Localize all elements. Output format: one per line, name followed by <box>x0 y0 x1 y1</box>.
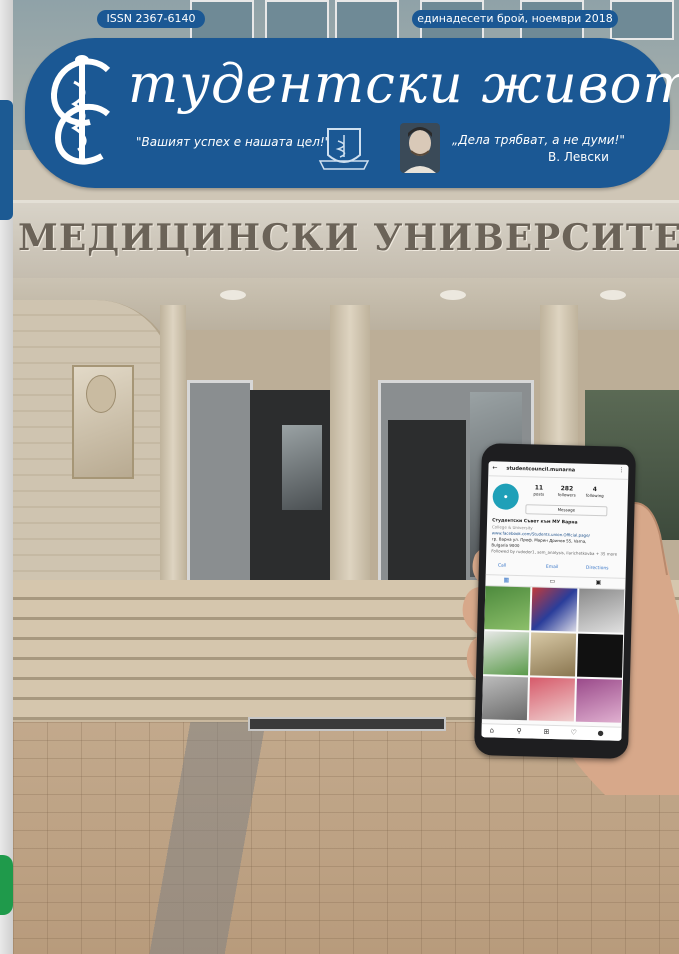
magazine-title: тудентски живот <box>128 54 679 115</box>
quote-author: В. Левски <box>548 150 609 164</box>
building-sign: МЕДИЦИНСКИ УНИВЕРСИТЕТ <box>18 217 679 259</box>
instagram-profile-screen: ← studentcouncil.munarna ⋮ ● 11 posts 282… <box>481 461 629 741</box>
ig-directions-button[interactable]: Directions <box>586 566 609 572</box>
home-icon[interactable]: ⌂ <box>489 726 494 734</box>
ig-avatar[interactable]: ● <box>492 483 520 511</box>
ig-bio-line: Bulgaria 9000 <box>491 542 520 549</box>
ig-stat-posts: 11 posts <box>533 484 545 497</box>
ig-message-button[interactable]: Message <box>525 504 608 517</box>
ig-post-thumbnail[interactable] <box>578 588 625 633</box>
plaque-portrait <box>86 375 116 413</box>
magazine-cover: МЕДИЦИНСКИ УНИВЕРСИТЕТ ISSN 2367-6140 ед… <box>0 0 679 954</box>
caduceus-logo-icon <box>51 55 111 165</box>
ig-post-thumbnail[interactable] <box>577 633 624 678</box>
activity-heart-icon[interactable]: ♡ <box>570 728 576 736</box>
ig-username: studentcouncil.munarna <box>506 465 576 474</box>
ig-followed-by: Followed by rudodor1, sem_analysis, ilar… <box>491 548 618 557</box>
ig-bio-category: College & University <box>491 524 533 531</box>
ig-email-button[interactable]: Email <box>546 565 559 570</box>
ig-post-thumbnail[interactable] <box>484 586 531 631</box>
door-glass <box>282 425 322 510</box>
ig-post-thumbnail[interactable] <box>528 677 575 722</box>
column <box>160 305 186 585</box>
upper-window <box>335 0 399 40</box>
smartphone: ← studentcouncil.munarna ⋮ ● 11 posts 282… <box>473 443 637 759</box>
ceiling-lamp <box>440 290 466 300</box>
issn-badge: ISSN 2367-6140 <box>97 10 205 28</box>
search-icon[interactable]: ⚲ <box>516 727 521 735</box>
levski-quote: „Дела трябват, а не думи!" <box>452 133 625 147</box>
grid-view-icon[interactable]: ▦ <box>503 577 509 584</box>
ig-stat-following[interactable]: 4 following <box>584 486 606 499</box>
issue-badge: единадесети брой, ноември 2018 <box>412 10 618 28</box>
door-mat <box>248 717 446 731</box>
upper-window <box>610 0 674 40</box>
ig-bottom-nav: ⌂ ⚲ ⊞ ♡ ● <box>481 723 622 741</box>
ig-post-thumbnail[interactable] <box>481 676 528 721</box>
ig-post-thumbnail[interactable] <box>483 631 530 676</box>
university-crest-icon <box>318 128 370 170</box>
ig-bio: Студентски Съвет към МУ Варна College & … <box>491 517 622 557</box>
page-edge-tab <box>0 100 13 220</box>
page-edge-tab-green <box>0 855 13 915</box>
back-arrow-icon[interactable]: ← <box>492 464 497 471</box>
ig-header: ← studentcouncil.munarna ⋮ <box>488 461 629 480</box>
ceiling-lamp <box>600 290 626 300</box>
ig-post-thumbnail[interactable] <box>531 587 578 632</box>
more-options-icon[interactable]: ⋮ <box>618 467 624 474</box>
ig-post-grid <box>481 586 625 725</box>
pavement-grey-stripe <box>90 722 300 954</box>
ig-post-thumbnail[interactable] <box>575 678 622 723</box>
list-view-icon[interactable]: ▭ <box>549 578 555 585</box>
column <box>330 305 370 585</box>
ig-contact-actions: Call Email Directions <box>486 561 626 575</box>
tagged-view-icon[interactable]: ▣ <box>595 579 601 586</box>
ceiling-lamp <box>220 290 246 300</box>
add-post-icon[interactable]: ⊞ <box>543 728 549 736</box>
entrance-door <box>187 380 253 586</box>
profile-icon[interactable]: ● <box>597 729 603 737</box>
ig-stat-followers[interactable]: 282 followers <box>556 485 578 498</box>
levski-portrait <box>400 123 440 173</box>
upper-window <box>265 0 329 40</box>
motto: "Вашият успех е нашата цел!" <box>136 135 331 149</box>
ig-call-button[interactable]: Call <box>498 563 507 568</box>
ig-post-thumbnail[interactable] <box>530 632 577 677</box>
